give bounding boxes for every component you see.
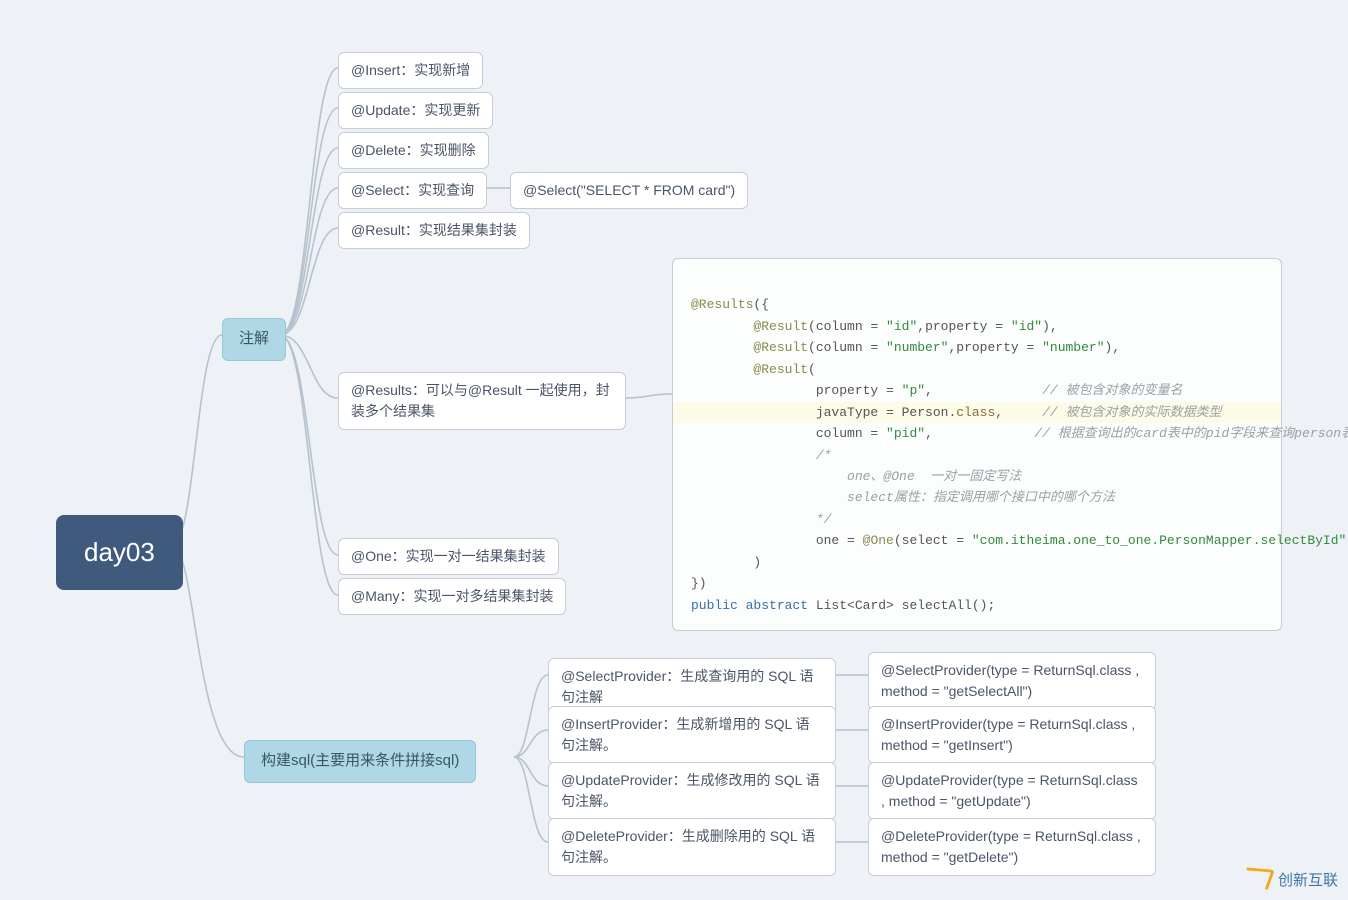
branch-annotations[interactable]: 注解 <box>222 318 286 361</box>
node-insert-provider[interactable]: @InsertProvider：生成新增用的 SQL 语句注解。 <box>548 706 836 764</box>
node-select-provider-example[interactable]: @SelectProvider(type = ReturnSql.class ,… <box>868 652 1156 710</box>
node-insert-label: @Insert：实现新增 <box>351 62 470 78</box>
watermark: 创新互联 <box>1242 866 1338 892</box>
node-one-label: @One：实现一对一结果集封装 <box>351 548 546 564</box>
node-update-provider-example[interactable]: @UpdateProvider(type = ReturnSql.class ,… <box>868 762 1156 820</box>
node-update-label: @Update：实现更新 <box>351 102 480 118</box>
node-delete-label: @Delete：实现删除 <box>351 142 476 158</box>
node-select-label: @Select：实现查询 <box>351 182 474 198</box>
node-result-label: @Result：实现结果集封装 <box>351 222 517 238</box>
branch-annotations-label: 注解 <box>239 330 269 347</box>
node-one[interactable]: @One：实现一对一结果集封装 <box>338 538 559 575</box>
root-label: day03 <box>84 537 155 567</box>
node-update[interactable]: @Update：实现更新 <box>338 92 493 129</box>
node-insert-provider-example[interactable]: @InsertProvider(type = ReturnSql.class ,… <box>868 706 1156 764</box>
node-select[interactable]: @Select：实现查询 <box>338 172 487 209</box>
node-results-label: @Results：可以与@Result 一起使用，封装多个结果集 <box>351 382 610 419</box>
node-delete-provider-label: @DeleteProvider：生成删除用的 SQL 语句注解。 <box>561 828 815 865</box>
node-delete[interactable]: @Delete：实现删除 <box>338 132 489 169</box>
node-insert[interactable]: @Insert：实现新增 <box>338 52 483 89</box>
node-select-provider-label: @SelectProvider：生成查询用的 SQL 语句注解 <box>561 668 814 705</box>
watermark-text: 创新互联 <box>1278 869 1338 890</box>
node-select-provider-example-label: @SelectProvider(type = ReturnSql.class ,… <box>881 662 1139 699</box>
node-delete-provider-example[interactable]: @DeleteProvider(type = ReturnSql.class ,… <box>868 818 1156 876</box>
watermark-logo-icon <box>1242 866 1272 892</box>
node-many[interactable]: @Many：实现一对多结果集封装 <box>338 578 566 615</box>
code-results-example: @Results({ @Result(column = "id",propert… <box>672 258 1282 631</box>
branch-build-sql[interactable]: 构建sql(主要用来条件拼接sql) <box>244 740 476 783</box>
node-update-provider-label: @UpdateProvider：生成修改用的 SQL 语句注解。 <box>561 772 820 809</box>
node-result[interactable]: @Result：实现结果集封装 <box>338 212 530 249</box>
root-node[interactable]: day03 <box>56 515 183 590</box>
node-update-provider-example-label: @UpdateProvider(type = ReturnSql.class ,… <box>881 772 1138 809</box>
node-select-example-label: @Select("SELECT * FROM card") <box>523 182 735 198</box>
node-update-provider[interactable]: @UpdateProvider：生成修改用的 SQL 语句注解。 <box>548 762 836 820</box>
node-many-label: @Many：实现一对多结果集封装 <box>351 588 553 604</box>
node-delete-provider-example-label: @DeleteProvider(type = ReturnSql.class ,… <box>881 828 1141 865</box>
node-insert-provider-label: @InsertProvider：生成新增用的 SQL 语句注解。 <box>561 716 810 753</box>
branch-build-sql-label: 构建sql(主要用来条件拼接sql) <box>261 752 459 769</box>
node-delete-provider[interactable]: @DeleteProvider：生成删除用的 SQL 语句注解。 <box>548 818 836 876</box>
node-results[interactable]: @Results：可以与@Result 一起使用，封装多个结果集 <box>338 372 626 430</box>
node-insert-provider-example-label: @InsertProvider(type = ReturnSql.class ,… <box>881 716 1135 753</box>
node-select-example[interactable]: @Select("SELECT * FROM card") <box>510 172 748 209</box>
